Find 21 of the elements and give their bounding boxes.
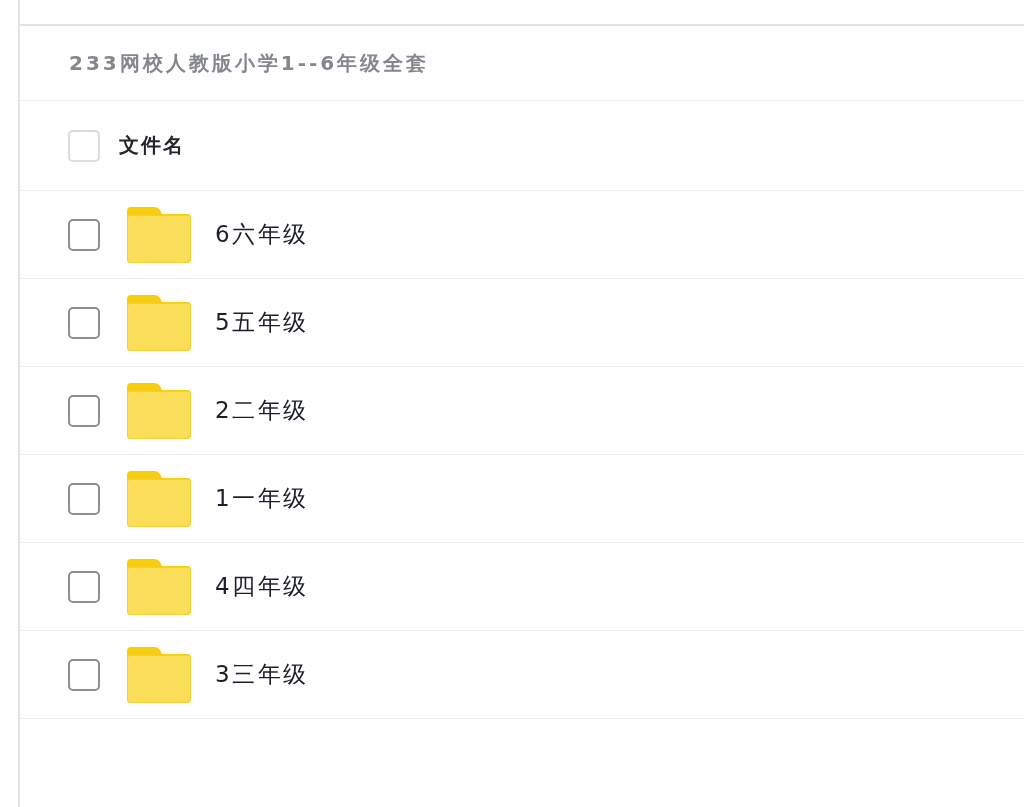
folder-title: 233网校人教版小学1--6年级全套 — [69, 49, 430, 77]
folder-icon — [127, 470, 191, 527]
folder-name[interactable]: 6六年级 — [215, 219, 309, 250]
row-checkbox[interactable] — [68, 306, 100, 339]
folder-icon — [127, 646, 191, 703]
folder-name[interactable]: 4四年级 — [215, 571, 309, 602]
folder-icon — [127, 294, 191, 351]
folder-name[interactable]: 2二年级 — [215, 395, 309, 426]
row-checkbox[interactable] — [68, 570, 100, 603]
select-all-checkbox[interactable] — [68, 129, 100, 162]
folder-icon — [127, 382, 191, 439]
folder-icon — [127, 558, 191, 615]
folder-name[interactable]: 3三年级 — [215, 659, 309, 690]
row-checkbox[interactable] — [68, 482, 100, 515]
column-header[interactable]: 文件名 — [119, 132, 185, 159]
row-checkbox[interactable] — [68, 658, 100, 691]
row-checkbox[interactable] — [68, 394, 100, 427]
folder-name[interactable]: 1一年级 — [215, 483, 309, 514]
folder-icon — [127, 206, 191, 263]
folder-name[interactable]: 5五年级 — [215, 307, 309, 338]
row-checkbox[interactable] — [68, 218, 100, 251]
